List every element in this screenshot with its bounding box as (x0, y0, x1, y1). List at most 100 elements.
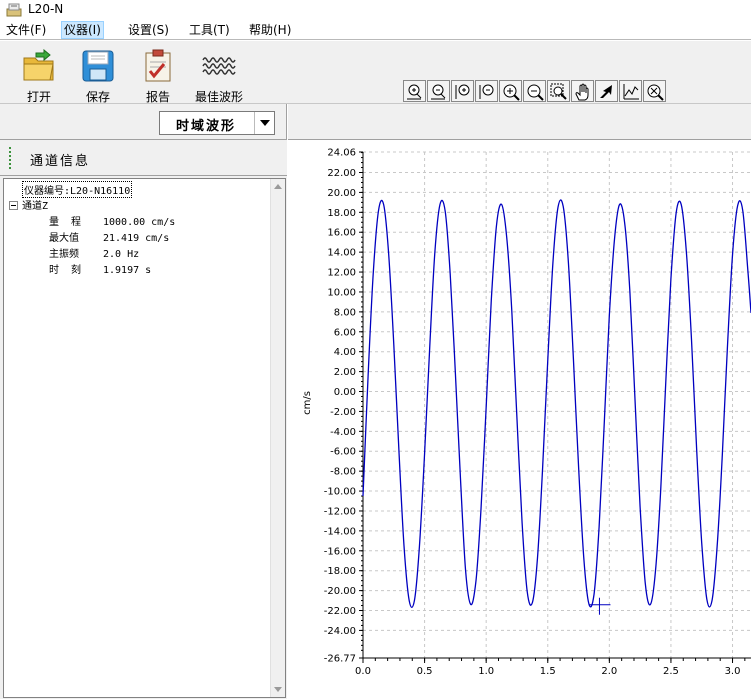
collapse-icon[interactable] (9, 201, 18, 210)
y-tick-label: -16.00 (324, 546, 356, 557)
channel-info-panel: 通道信息 仪器编号:L20-N16110 通道Z 量 程 1000.00 cm/s… (0, 140, 287, 699)
auto-fit-button[interactable] (619, 80, 642, 102)
scroll-up-icon[interactable] (274, 184, 282, 189)
x-tick-label: 1.5 (540, 666, 556, 677)
main-frequency-row: 主振频 2.0 Hz (49, 245, 139, 260)
menu-help[interactable]: 帮助(H) (247, 21, 293, 39)
channel-panel-header: 通道信息 (0, 140, 287, 176)
menu-instrument[interactable]: 仪器(I) (61, 21, 104, 39)
open-label: 打开 (26, 90, 51, 104)
y-tick-label: -20.00 (324, 586, 356, 597)
y-tick-label: -18.00 (324, 566, 356, 577)
zoom-in-x-icon (407, 84, 422, 100)
zoom-out-button[interactable] (523, 80, 546, 102)
menu-bar: 文件(F) 仪器(I) 设置(S) 工具(T) 帮助(H) (0, 20, 751, 40)
window-title: L20-N (28, 2, 64, 16)
y-tick-label: 10.00 (327, 287, 356, 298)
channel-panel-title: 通道信息 (30, 154, 91, 169)
zoom-out-y-icon (479, 84, 494, 99)
y-tick-label: -2.00 (330, 407, 356, 418)
max-value-label: 最大值 (49, 233, 79, 244)
reset-zoom-icon (647, 84, 664, 101)
y-tick-label: -8.00 (330, 467, 356, 478)
app-window: L20-N 文件(F) 仪器(I) 设置(S) 工具(T) 帮助(H) 打开 保… (0, 0, 751, 699)
zoom-out-y-button[interactable] (475, 80, 498, 102)
instrument-app-icon (6, 3, 22, 17)
x-tick-label: 0.5 (417, 666, 433, 677)
undo-arrow-icon (600, 85, 612, 98)
y-tick-label: 8.00 (334, 307, 356, 318)
zoom-in-button[interactable] (499, 80, 522, 102)
y-tick-label: 16.00 (327, 228, 356, 239)
range-row: 量 程 1000.00 cm/s (49, 213, 175, 228)
scroll-down-icon[interactable] (274, 687, 282, 692)
max-value-row: 最大值 21.419 cm/s (49, 229, 169, 244)
report-button[interactable]: 报告 (132, 47, 184, 104)
y-tick-label: -10.00 (324, 487, 356, 498)
save-disk-icon (82, 50, 114, 82)
zoom-out-icon (527, 84, 544, 101)
waveform-icon (202, 57, 236, 75)
menu-settings[interactable]: 设置(S) (126, 21, 171, 39)
max-value-value: 21.419 cm/s (103, 233, 170, 244)
zoom-out-x-button[interactable] (427, 80, 450, 102)
menu-file[interactable]: 文件(F) (4, 21, 48, 39)
report-clipboard-icon (145, 49, 171, 82)
pan-hand-icon (575, 83, 589, 101)
zoom-in-y-icon (455, 84, 470, 99)
y-tick-label: -12.00 (324, 506, 356, 517)
range-label: 量 程 (49, 217, 82, 228)
y-tick-label: -4.00 (330, 427, 356, 438)
waveform-plot-area[interactable]: 24.06 22.00 20.00 18.00 16.00 14.00 12.00 10.00… (287, 141, 751, 699)
range-value: 1000.00 cm/s (103, 217, 176, 228)
view-mode-value: 时域波形 (176, 119, 237, 134)
time-row: 时 刻 1.9197 s (49, 261, 151, 276)
y-tick-label: 2.00 (334, 367, 356, 378)
channel-node[interactable]: 通道Z (22, 197, 48, 212)
y-tick-label: 0.00 (334, 387, 356, 398)
y-tick-label: 14.00 (327, 248, 356, 259)
y-tick-label: 18.00 (327, 208, 356, 219)
view-mode-select[interactable]: 时域波形 (159, 111, 275, 135)
x-tick-label: 0.0 (355, 666, 371, 677)
waveform-chart[interactable]: 24.06 22.00 20.00 18.00 16.00 14.00 12.00 10.00… (287, 141, 751, 699)
time-label: 时 刻 (49, 265, 82, 276)
save-label: 保存 (85, 90, 110, 104)
view-bar: 时域波形 (0, 104, 751, 140)
y-tick-label: 6.00 (334, 327, 356, 338)
instrument-id-node[interactable]: 仪器编号:L20-N16110 (22, 181, 133, 198)
y-axis-label: cm/s (302, 391, 313, 415)
x-tick-label: 2.0 (601, 666, 617, 677)
undo-arrow-button[interactable] (595, 80, 618, 102)
channel-tree[interactable]: 仪器编号:L20-N16110 通道Z 量 程 1000.00 cm/s 最大值 2… (3, 178, 286, 698)
menu-tools[interactable]: 工具(T) (187, 21, 232, 39)
x-tick-label: 2.5 (663, 666, 679, 677)
y-tick-label: 20.00 (327, 188, 356, 199)
pan-hand-button[interactable] (571, 80, 594, 102)
main-toolbar: 打开 保存 报告 最佳波形 (0, 41, 751, 104)
main-frequency-value: 2.0 Hz (103, 249, 140, 260)
open-folder-icon (23, 49, 54, 81)
y-tick-label: 24.06 (327, 148, 356, 159)
zoom-region-icon (550, 83, 567, 100)
main-frequency-label: 主振频 (49, 249, 79, 260)
zoom-region-button[interactable] (547, 80, 570, 102)
reset-zoom-button[interactable] (643, 80, 666, 102)
save-button[interactable]: 保存 (72, 47, 124, 104)
pane-divider[interactable] (286, 104, 288, 140)
time-value: 1.9197 s (103, 265, 152, 276)
zoom-in-y-button[interactable] (451, 80, 474, 102)
y-tick-label: -24.00 (324, 626, 356, 637)
tree-scrollbar[interactable] (270, 179, 285, 697)
best-waveform-label: 最佳波形 (194, 90, 243, 104)
y-tick-label: -22.00 (324, 606, 356, 617)
y-tick-label: 12.00 (327, 268, 356, 279)
best-waveform-button[interactable]: 最佳波形 (193, 47, 245, 104)
auto-fit-icon (623, 84, 639, 100)
grip-handle-icon[interactable] (8, 146, 13, 170)
open-button[interactable]: 打开 (13, 47, 65, 104)
y-tick-label: -6.00 (330, 447, 356, 458)
zoom-in-x-button[interactable] (403, 80, 426, 102)
y-tick-label: 4.00 (334, 347, 356, 358)
y-tick-label: -14.00 (324, 526, 356, 537)
